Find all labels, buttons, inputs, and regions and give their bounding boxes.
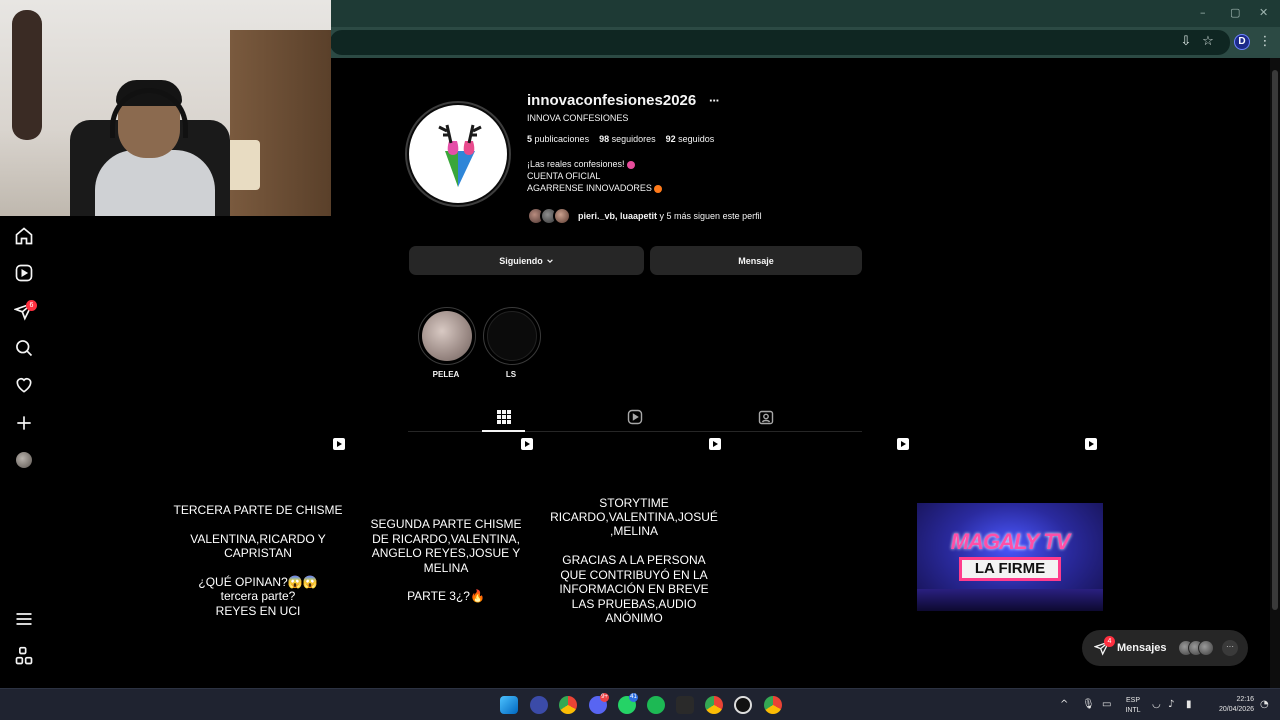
chrome-active-icon[interactable]: [764, 696, 782, 714]
reels-icon[interactable]: [14, 263, 34, 283]
page-scrollbar[interactable]: [1270, 58, 1280, 688]
windows-start-icon[interactable]: [500, 696, 518, 714]
messages-badge: 6: [26, 300, 37, 311]
home-icon[interactable]: [14, 226, 34, 246]
messages-label: Mensajes: [1117, 642, 1167, 654]
meta-apps-icon[interactable]: [14, 646, 34, 666]
highlight-label: PELEA: [432, 370, 460, 379]
notifications-heart-icon[interactable]: [14, 375, 34, 395]
tab-tagged-icon[interactable]: [756, 407, 776, 427]
install-app-icon[interactable]: ⇩: [1177, 33, 1195, 51]
webcam-overlay-image: [0, 0, 331, 216]
chat-avatar: [1198, 640, 1214, 656]
thumbnail-subtitle: LA FIRME: [959, 557, 1061, 581]
profile-options-button[interactable]: ···: [709, 93, 720, 108]
reel-play-icon: [1085, 438, 1097, 450]
tab-reels-icon[interactable]: [625, 407, 645, 427]
maximize-button[interactable]: ▢: [1230, 6, 1240, 19]
highlight-cover-image: [487, 311, 537, 361]
browser-menu-icon[interactable]: ⋮: [1256, 33, 1274, 51]
followers-stat[interactable]: 98 seguidores: [599, 134, 656, 144]
profile-stats: 5 publicaciones 98 seguidores 92 seguido…: [527, 134, 714, 144]
tab-posts-grid-icon[interactable]: [494, 407, 514, 427]
search-icon[interactable]: [14, 338, 34, 358]
lips-emoji-icon: [627, 160, 636, 169]
bookmark-star-icon[interactable]: ☆: [1199, 33, 1217, 51]
thumbnail-stage-floor: [917, 589, 1103, 611]
messages-more-icon: ···: [1222, 640, 1238, 656]
profile-username: innovaconfesiones2026: [527, 92, 697, 109]
following-stat[interactable]: 92 seguidos: [666, 134, 715, 144]
notification-bell-icon[interactable]: ◔: [1260, 700, 1271, 710]
create-plus-icon[interactable]: [14, 413, 34, 433]
app-dark-icon[interactable]: [676, 696, 694, 714]
profile-full-name: INNOVA CONFESIONES: [527, 113, 629, 123]
messages-avatars: [1178, 640, 1214, 656]
grid-post[interactable]: SEGUNDA PARTE CHISME DE RICARDO,VALENTIN…: [353, 433, 539, 688]
battery-icon[interactable]: ▮: [1186, 700, 1197, 710]
clock[interactable]: 22:16 20/04/2026: [1206, 695, 1254, 715]
messages-unread-badge: 4: [1104, 636, 1115, 647]
browser-profile-avatar[interactable]: D: [1234, 34, 1250, 50]
guitar-shape: [12, 10, 42, 140]
profile-logo-image[interactable]: [409, 105, 507, 203]
more-menu-icon[interactable]: [14, 609, 34, 629]
grid-post[interactable]: MAGALY TV LA FIRME: [917, 433, 1103, 688]
scrollbar-thumb[interactable]: [1272, 70, 1278, 610]
message-button[interactable]: Mensaje: [650, 246, 862, 275]
bio-line-2: CUENTA OFICIAL: [527, 171, 601, 181]
close-window-button[interactable]: ✕: [1259, 6, 1268, 19]
volume-icon[interactable]: ♪: [1168, 700, 1179, 710]
bio-line-3: AGARRENSE INNOVADORES: [527, 182, 663, 194]
grid-post[interactable]: TERCERA PARTE DE CHISME VALENTINA,RICARD…: [165, 433, 351, 688]
fire-emoji-icon: [654, 184, 663, 193]
post-thumbnail-image: MAGALY TV LA FIRME: [917, 503, 1103, 611]
grid-post[interactable]: [729, 433, 915, 688]
minimize-button[interactable]: –: [1200, 6, 1206, 19]
follower-avatar: [553, 207, 571, 225]
post-caption: [737, 433, 907, 688]
highlight-label: LS: [505, 370, 517, 379]
discord-badge: 9+: [600, 693, 609, 702]
highlight-cover-image: [422, 311, 472, 361]
posts-stat: 5 publicaciones: [527, 134, 590, 144]
bio-line-1: ¡Las reales confesiones!: [527, 158, 662, 170]
profile-avatar[interactable]: [16, 452, 32, 468]
person-body-shape: [95, 150, 215, 216]
messages-floating-button[interactable]: 4 Mensajes ···: [1082, 630, 1248, 666]
whatsapp-badge: 41: [629, 693, 638, 702]
posts-grid: TERCERA PARTE DE CHISME VALENTINA,RICARD…: [165, 433, 1105, 688]
grid-post[interactable]: STORYTIME RICARDO,VALENTINA,JOSUÉ ,MELIN…: [541, 433, 727, 688]
wifi-icon[interactable]: ◡: [1152, 700, 1163, 710]
tray-overflow-chevron-icon[interactable]: ^: [1060, 700, 1071, 710]
chrome-icon[interactable]: [559, 696, 577, 714]
chevron-down-icon: [546, 258, 553, 263]
display-icon[interactable]: ▭: [1102, 700, 1113, 710]
following-button[interactable]: Siguiendo: [409, 246, 644, 275]
chrome-profile-icon[interactable]: [705, 696, 723, 714]
spotify-icon[interactable]: [647, 696, 665, 714]
tabs-divider: [408, 431, 862, 432]
microphone-icon[interactable]: 🎙: [1082, 700, 1095, 710]
app-shield-icon[interactable]: [530, 696, 548, 714]
post-caption: SEGUNDA PARTE CHISME DE RICARDO,VALENTIN…: [370, 517, 522, 604]
active-tab-indicator: [482, 430, 525, 432]
windows-taskbar: 9+ 41 ^ 🎙 ▭ ESP INTL ◡ ♪ ▮ 22:16 20/04/202…: [0, 688, 1280, 720]
thumbnail-title: MAGALY TV: [950, 529, 1071, 554]
address-bar[interactable]: [330, 30, 1230, 55]
keyboard-language[interactable]: ESP INTL: [1122, 696, 1144, 716]
obs-icon[interactable]: [734, 696, 752, 714]
followed-by-text: pieri._vb, luaapetit y 5 más siguen este…: [578, 211, 762, 221]
followed-by-row[interactable]: pieri._vb, luaapetit y 5 más siguen este…: [527, 206, 762, 226]
post-caption: TERCERA PARTE DE CHISME VALENTINA,RICARD…: [173, 502, 343, 618]
post-caption: STORYTIME RICARDO,VALENTINA,JOSUÉ ,MELIN…: [550, 495, 718, 625]
profile-bio: ¡Las reales confesiones! CUENTA OFICIAL …: [527, 158, 663, 194]
